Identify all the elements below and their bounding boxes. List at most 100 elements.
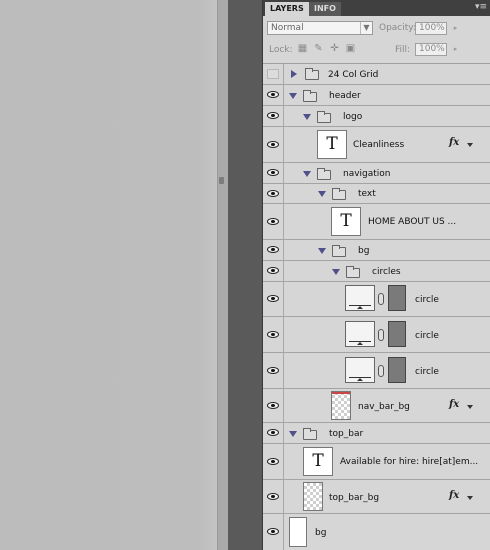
collapse-triangle-icon[interactable] (289, 431, 297, 437)
raster-layer-thumbnail (331, 391, 351, 420)
eye-icon[interactable] (267, 493, 279, 500)
eye-icon[interactable] (267, 246, 279, 253)
visibility-cell[interactable] (263, 353, 284, 388)
document-canvas[interactable] (0, 0, 217, 550)
visibility-cell[interactable] (263, 106, 284, 126)
layer-name: 24 Col Grid (328, 70, 379, 80)
collapse-triangle-icon[interactable] (303, 114, 311, 120)
link-icon[interactable] (378, 365, 384, 377)
shape-layer-thumbnail (345, 285, 375, 311)
visibility-cell[interactable] (263, 514, 284, 550)
visibility-cell[interactable] (263, 204, 284, 239)
lock-transparent-icon[interactable]: ▦ (297, 43, 308, 55)
layer-row-top-bar-bg[interactable]: top_bar_bg fx (263, 480, 490, 514)
canvas-scrollbar[interactable] (217, 0, 228, 550)
eye-icon[interactable] (267, 528, 279, 535)
tab-info[interactable]: INFO (309, 2, 341, 16)
lock-move-icon[interactable]: ✛ (329, 43, 340, 55)
layer-row-navigation[interactable]: navigation (263, 163, 490, 184)
eye-icon[interactable] (267, 190, 279, 197)
expand-triangle-icon[interactable] (291, 70, 297, 78)
fx-expand-icon[interactable] (467, 143, 473, 147)
eye-icon[interactable] (267, 112, 279, 119)
blend-mode-select[interactable]: Normal ▼ (267, 21, 373, 35)
link-icon[interactable] (378, 329, 384, 341)
eye-icon[interactable] (267, 458, 279, 465)
eye-icon[interactable] (267, 295, 279, 302)
lock-brush-icon[interactable]: ✎ (313, 43, 324, 55)
fx-icon[interactable]: fx (449, 137, 459, 148)
fx-expand-icon[interactable] (467, 496, 473, 500)
layer-row-circle[interactable]: circle (263, 317, 490, 353)
layer-name: logo (343, 112, 363, 122)
text-type-icon: T (312, 451, 324, 471)
layer-row-home-about-us[interactable]: T HOME ABOUT US ... (263, 204, 490, 240)
lock-all-icon[interactable]: ▣ (345, 43, 356, 55)
visibility-cell[interactable] (263, 85, 284, 105)
eye-icon[interactable] (267, 169, 279, 176)
visibility-cell[interactable] (263, 184, 284, 203)
layer-row-bg-group[interactable]: bg (263, 240, 490, 261)
fill-input[interactable]: 100% (415, 43, 447, 56)
layer-row-circles[interactable]: circles (263, 261, 490, 282)
layer-row-text[interactable]: text (263, 184, 490, 204)
collapse-triangle-icon[interactable] (332, 269, 340, 275)
opacity-input[interactable]: 100% (415, 22, 447, 35)
collapse-triangle-icon[interactable] (318, 191, 326, 197)
folder-icon (303, 428, 317, 440)
fill-label: Fill: (395, 45, 411, 55)
layer-row-logo[interactable]: logo (263, 106, 490, 127)
visibility-cell[interactable] (263, 240, 284, 260)
eye-icon[interactable] (267, 91, 279, 98)
layer-name: circle (415, 331, 439, 341)
eye-icon[interactable] (267, 429, 279, 436)
folder-icon (346, 266, 360, 278)
eye-icon[interactable] (267, 141, 279, 148)
visibility-cell[interactable] (263, 423, 284, 443)
layer-row-24-col-grid[interactable]: 24 Col Grid (263, 64, 490, 85)
eye-icon[interactable] (267, 331, 279, 338)
folder-icon (303, 90, 317, 102)
layer-row-cleanliness[interactable]: T Cleanliness fx (263, 127, 490, 163)
visibility-cell[interactable] (263, 480, 284, 513)
tab-layers[interactable]: LAYERS (265, 2, 309, 16)
eye-icon[interactable] (267, 267, 279, 274)
panel-menu-icon[interactable]: ▾≡ (475, 2, 487, 13)
empty-visibility-icon[interactable] (267, 69, 279, 79)
layer-row-top-bar[interactable]: top_bar (263, 423, 490, 444)
fx-icon[interactable]: fx (449, 399, 459, 410)
layer-name: HOME ABOUT US ... (368, 217, 457, 227)
eye-icon[interactable] (267, 218, 279, 225)
opacity-stepper-icon[interactable]: ▸ (451, 22, 460, 35)
visibility-cell[interactable] (263, 127, 284, 162)
layer-row-circle[interactable]: circle (263, 282, 490, 317)
visibility-cell[interactable] (263, 389, 284, 422)
layer-row-header[interactable]: header (263, 85, 490, 106)
layer-name: bg (315, 528, 327, 538)
visibility-cell[interactable] (263, 261, 284, 281)
eye-icon[interactable] (267, 367, 279, 374)
visibility-cell[interactable] (263, 444, 284, 479)
layer-row-available-for-hire[interactable]: T Available for hire: hire[at]em... (263, 444, 490, 480)
layers-list: 24 Col Grid header logo T Cleanliness fx (263, 63, 490, 550)
visibility-cell[interactable] (263, 64, 284, 84)
text-type-icon: T (326, 134, 338, 154)
collapse-triangle-icon[interactable] (289, 93, 297, 99)
panel-tab-bar: LAYERS INFO ▾≡ (263, 0, 490, 16)
collapse-triangle-icon[interactable] (303, 171, 311, 177)
link-icon[interactable] (378, 293, 384, 305)
eye-icon[interactable] (267, 402, 279, 409)
scroll-handle[interactable] (219, 177, 224, 184)
layer-row-bg[interactable]: bg (263, 514, 490, 550)
collapse-triangle-icon[interactable] (318, 248, 326, 254)
visibility-cell[interactable] (263, 163, 284, 183)
visibility-cell[interactable] (263, 317, 284, 352)
layer-name: circle (415, 295, 439, 305)
fx-expand-icon[interactable] (467, 405, 473, 409)
layer-row-circle[interactable]: circle (263, 353, 490, 389)
layer-row-nav-bar-bg[interactable]: nav_bar_bg fx (263, 389, 490, 423)
fill-stepper-icon[interactable]: ▸ (451, 43, 460, 56)
visibility-cell[interactable] (263, 282, 284, 316)
fx-icon[interactable]: fx (449, 490, 459, 501)
folder-icon (305, 68, 319, 80)
